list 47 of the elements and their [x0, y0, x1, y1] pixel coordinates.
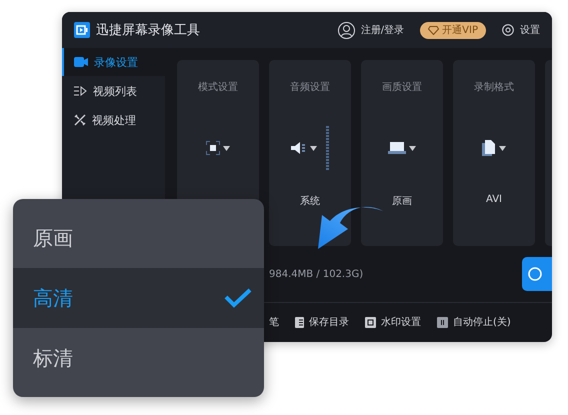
file-icon: [482, 140, 496, 156]
tools-icon: [74, 114, 86, 126]
stamp-icon: [365, 316, 376, 328]
caret-icon: [310, 146, 317, 150]
card-title: 音频设置: [290, 80, 330, 94]
user-icon[interactable]: [338, 22, 355, 38]
settings-card[interactable]: 画质设置 原画: [361, 60, 443, 246]
dropdown-option[interactable]: 高清: [13, 268, 264, 328]
settings-link[interactable]: 设置: [520, 23, 540, 37]
curved-arrow-icon: [318, 205, 384, 251]
sidebar-item[interactable]: 视频列表: [62, 77, 165, 105]
card-title: 画质设置: [382, 80, 422, 94]
video-camera-icon: [74, 57, 88, 67]
record-button[interactable]: [522, 257, 552, 291]
toolbar-item[interactable]: 自动停止(关): [437, 315, 511, 329]
storage-info: 984.4MB / 102.3G): [268, 268, 364, 280]
circle-icon: [528, 267, 542, 281]
sidebar-item[interactable]: 录像设置: [62, 48, 165, 76]
card-value: AVI: [486, 194, 502, 205]
list-icon: [74, 86, 87, 96]
card-value: 原画: [392, 195, 412, 208]
dropdown-option[interactable]: 标清: [13, 328, 264, 388]
settings-icon[interactable]: [502, 24, 514, 36]
volume-meter-icon: [326, 126, 329, 170]
caret-icon: [499, 146, 506, 150]
toolbar-item[interactable]: 水印设置: [365, 315, 421, 329]
diamond-icon: [428, 26, 440, 34]
checkmark-icon: [224, 288, 252, 308]
laptop-icon: [388, 142, 406, 154]
caret-icon: [409, 146, 416, 150]
card-title: 模式设置: [198, 80, 238, 94]
sidebar-item[interactable]: 视频处理: [62, 106, 165, 134]
pause-icon: [437, 316, 448, 328]
card-value: 系统: [300, 194, 320, 208]
caret-icon: [223, 146, 230, 150]
app-title: 迅捷屏幕录像工具: [96, 22, 201, 39]
vip-button[interactable]: 开通VIP: [420, 22, 486, 38]
speaker-icon: [291, 142, 307, 154]
document-icon: [295, 316, 304, 328]
toolbar-item[interactable]: 笔: [269, 315, 279, 329]
app-logo-icon: [74, 22, 90, 38]
screen-select-icon: [206, 141, 220, 155]
settings-card[interactable]: 录制格式 AVI: [453, 60, 535, 246]
login-link[interactable]: 注册/登录: [360, 23, 404, 37]
card-title: 录制格式: [474, 80, 514, 94]
toolbar-item[interactable]: 保存目录: [295, 315, 349, 329]
settings-card[interactable]: 音频设置 系统: [269, 60, 351, 246]
